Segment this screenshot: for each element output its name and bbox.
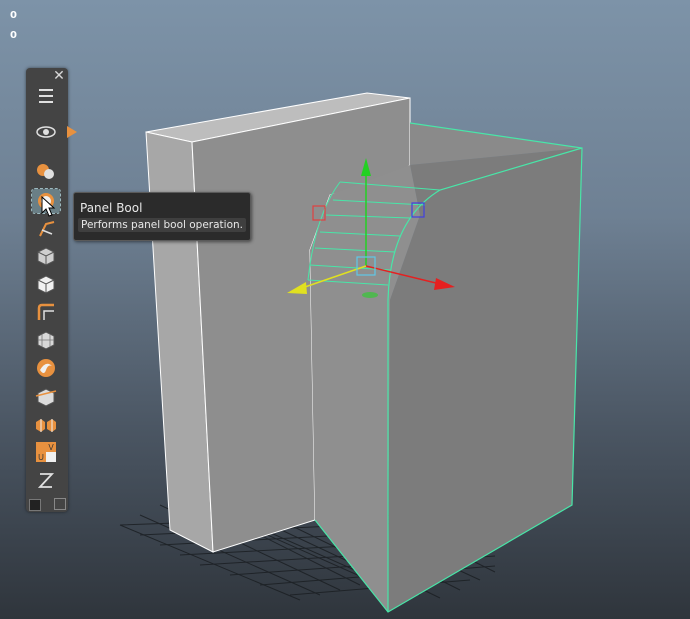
- mouse-cursor-icon: [41, 196, 56, 217]
- color-swatch-empty[interactable]: [54, 498, 66, 510]
- tooltip-description: Performs panel bool operation.: [78, 218, 247, 232]
- primitives-icon[interactable]: [32, 160, 60, 184]
- viewport-3d[interactable]: [0, 0, 690, 619]
- expand-arrow-icon[interactable]: [67, 126, 77, 138]
- menu-icon[interactable]: [32, 84, 60, 108]
- toolbar-close-button[interactable]: ✕: [51, 68, 67, 84]
- cube-icon[interactable]: [32, 272, 60, 296]
- uv-icon[interactable]: V U: [32, 440, 60, 464]
- uv-v-label: V: [48, 443, 54, 452]
- swirl-icon[interactable]: [32, 356, 60, 380]
- grid-cube-icon[interactable]: [32, 328, 60, 352]
- eye-icon[interactable]: [32, 120, 60, 144]
- front-block-mesh[interactable]: [307, 122, 583, 613]
- tooltip-panel-bool: Panel Bool Performs panel bool operation…: [73, 192, 251, 241]
- slice-cube-icon[interactable]: [32, 384, 60, 408]
- color-swatch-dark[interactable]: [29, 499, 41, 511]
- corner-icon[interactable]: [32, 300, 60, 324]
- tooltip-title: Panel Bool: [80, 201, 143, 215]
- split-cubes-icon[interactable]: [32, 412, 60, 436]
- bevel-icon[interactable]: [32, 216, 60, 240]
- uv-u-label: U: [38, 453, 44, 462]
- cut-box-icon[interactable]: [32, 244, 60, 268]
- curve-icon[interactable]: [32, 468, 60, 492]
